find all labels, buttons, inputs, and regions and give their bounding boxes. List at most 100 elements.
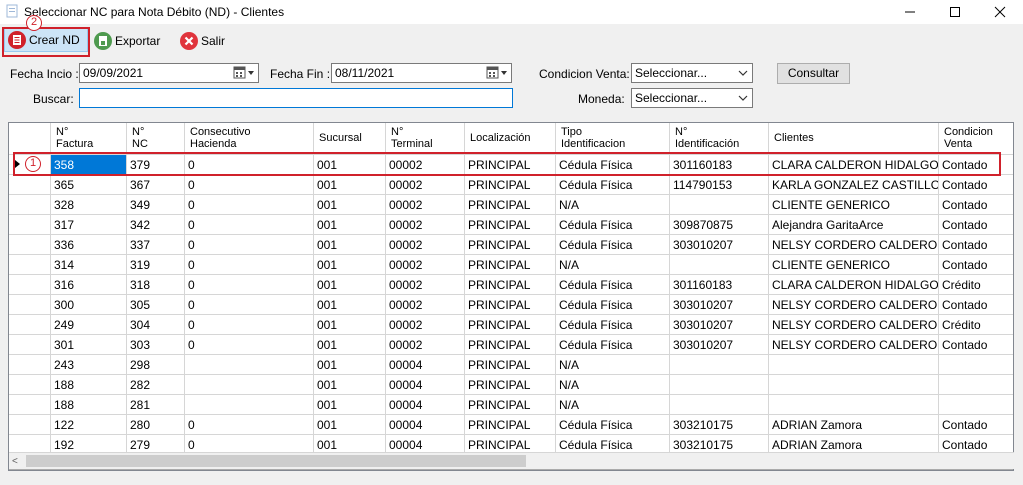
cell-factura[interactable]: 243 [51,355,127,375]
table-row[interactable]: 122 280 0 001 00004 PRINCIPAL Cédula Física 303… [9,415,1013,435]
cell-identificacion[interactable]: 303010207 [670,295,769,315]
cell-condicion-venta[interactable]: Contado [939,295,1013,315]
fecha-inicio-picker[interactable]: 09/09/2021 [79,63,259,83]
cell-tipo-identificacion[interactable]: N/A [556,375,670,395]
table-row[interactable]: 328 349 0 001 00002 PRINCIPAL N/A CLIENTE GENER… [9,195,1013,215]
table-row[interactable]: 316 318 0 001 00002 PRINCIPAL Cédula Física 301… [9,275,1013,295]
cell-consecutivo[interactable]: 0 [185,175,314,195]
cell-condicion-venta[interactable] [939,355,1013,375]
row-header[interactable] [9,355,51,375]
cell-localizacion[interactable]: PRINCIPAL [465,295,556,315]
consultar-button[interactable]: Consultar [777,63,850,84]
cell-identificacion[interactable]: 114790153 [670,175,769,195]
cell-nc[interactable]: 367 [127,175,185,195]
cell-identificacion[interactable] [670,355,769,375]
cell-cliente[interactable]: CLIENTE GENERICO [769,255,939,275]
row-header[interactable] [9,235,51,255]
cell-condicion-venta[interactable] [939,375,1013,395]
cell-condicion-venta[interactable]: Contado [939,415,1013,435]
table-row[interactable]: 249 304 0 001 00002 PRINCIPAL Cédula Física 303… [9,315,1013,335]
cell-terminal[interactable]: 00004 [386,375,465,395]
cell-consecutivo[interactable] [185,375,314,395]
cell-nc[interactable]: 303 [127,335,185,355]
cell-cliente[interactable]: NELSY CORDERO CALDERON [769,235,939,255]
cell-sucursal[interactable]: 001 [314,215,386,235]
row-header[interactable] [9,315,51,335]
moneda-select[interactable]: Seleccionar... [631,88,753,108]
cell-consecutivo[interactable]: 0 [185,415,314,435]
cell-nc[interactable]: 298 [127,355,185,375]
close-button[interactable] [977,0,1023,24]
cell-sucursal[interactable]: 001 [314,335,386,355]
cell-terminal[interactable]: 00002 [386,235,465,255]
cell-localizacion[interactable]: PRINCIPAL [465,175,556,195]
cell-nc[interactable]: 318 [127,275,185,295]
row-header[interactable] [9,255,51,275]
cell-cliente[interactable]: KARLA GONZALEZ CASTILLO [769,175,939,195]
cell-localizacion[interactable]: PRINCIPAL [465,315,556,335]
cell-sucursal[interactable]: 001 [314,175,386,195]
cell-nc[interactable]: 342 [127,215,185,235]
cell-nc[interactable]: 337 [127,235,185,255]
table-row[interactable]: 188 281 001 00004 PRINCIPAL N/A [9,395,1013,415]
cell-terminal[interactable]: 00004 [386,355,465,375]
column-header-cliente[interactable]: Clientes [769,123,939,155]
cell-condicion-venta[interactable]: Contado [939,335,1013,355]
cell-localizacion[interactable]: PRINCIPAL [465,375,556,395]
cell-sucursal[interactable]: 001 [314,315,386,335]
table-row[interactable]: 188 282 001 00004 PRINCIPAL N/A [9,375,1013,395]
table-row[interactable]: 301 303 0 001 00002 PRINCIPAL Cédula Física 303… [9,335,1013,355]
row-header[interactable] [9,395,51,415]
row-header[interactable] [9,195,51,215]
cell-terminal[interactable]: 00002 [386,275,465,295]
cell-identificacion[interactable] [670,255,769,275]
cell-nc[interactable]: 319 [127,255,185,275]
table-row[interactable]: 243 298 001 00004 PRINCIPAL N/A [9,355,1013,375]
cell-sucursal[interactable]: 001 [314,255,386,275]
cell-terminal[interactable]: 00002 [386,255,465,275]
cell-terminal[interactable]: 00002 [386,295,465,315]
condicion-venta-select[interactable]: Seleccionar... [631,63,753,83]
cell-cliente[interactable] [769,395,939,415]
calendar-icon[interactable] [232,66,256,80]
row-header[interactable] [9,415,51,435]
cell-localizacion[interactable]: PRINCIPAL [465,355,556,375]
cell-localizacion[interactable]: PRINCIPAL [465,335,556,355]
cell-factura[interactable]: 188 [51,375,127,395]
cell-tipo-identificacion[interactable]: N/A [556,355,670,375]
cell-cliente[interactable]: NELSY CORDERO CALDERON [769,335,939,355]
table-row[interactable]: 336 337 0 001 00002 PRINCIPAL Cédula Física 303… [9,235,1013,255]
cell-identificacion[interactable] [670,375,769,395]
cell-tipo-identificacion[interactable]: Cédula Física [556,235,670,255]
cell-localizacion[interactable]: PRINCIPAL [465,255,556,275]
cell-nc[interactable]: 281 [127,395,185,415]
cell-consecutivo[interactable]: 0 [185,215,314,235]
cell-condicion-venta[interactable]: Crédito [939,275,1013,295]
cell-consecutivo[interactable]: 0 [185,255,314,275]
cell-tipo-identificacion[interactable]: N/A [556,195,670,215]
cell-localizacion[interactable]: PRINCIPAL [465,395,556,415]
cell-tipo-identificacion[interactable]: Cédula Física [556,215,670,235]
cell-consecutivo[interactable]: 0 [185,195,314,215]
cell-consecutivo[interactable]: 0 [185,275,314,295]
cell-factura[interactable]: 336 [51,235,127,255]
cell-localizacion[interactable]: PRINCIPAL [465,215,556,235]
horizontal-scrollbar[interactable]: < [9,452,1014,469]
cell-condicion-venta[interactable]: Contado [939,215,1013,235]
cell-terminal[interactable]: 00002 [386,195,465,215]
cell-consecutivo[interactable]: 0 [185,295,314,315]
cell-sucursal[interactable]: 001 [314,355,386,375]
cell-consecutivo[interactable]: 0 [185,335,314,355]
table-row[interactable]: 365 367 0 001 00002 PRINCIPAL Cédula Física 114… [9,175,1013,195]
cell-factura[interactable]: 249 [51,315,127,335]
exportar-button[interactable]: Exportar [94,29,160,53]
cell-consecutivo[interactable] [185,395,314,415]
cell-sucursal[interactable]: 001 [314,235,386,255]
column-header-factura[interactable]: N° Factura [51,123,127,155]
cell-cliente[interactable]: NELSY CORDERO CALDERON [769,315,939,335]
cell-condicion-venta[interactable]: Contado [939,195,1013,215]
column-header-tipo-identificacion[interactable]: Tipo Identificacion [556,123,670,155]
cell-terminal[interactable]: 00002 [386,175,465,195]
cell-factura[interactable]: 316 [51,275,127,295]
row-header[interactable] [9,295,51,315]
